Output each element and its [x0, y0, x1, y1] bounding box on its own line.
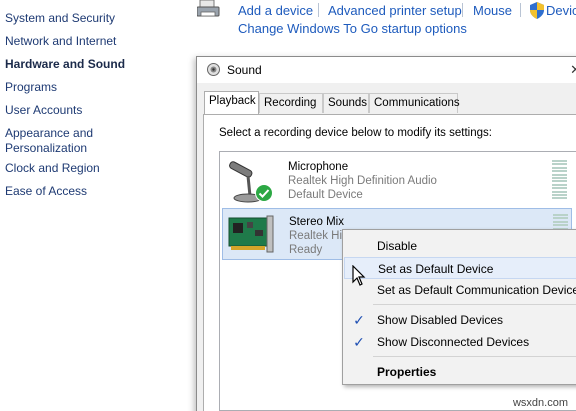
menu-item-label: Properties: [377, 365, 437, 379]
speaker-icon: [207, 63, 220, 76]
nav-item-network-internet[interactable]: Network and Internet: [5, 34, 116, 49]
device-manager-link[interactable]: Devic: [546, 3, 576, 19]
menu-item-label: Show Disconnected Devices: [377, 335, 530, 349]
tab-recording[interactable]: Recording: [259, 93, 323, 113]
sound-card-icon: [228, 215, 274, 253]
mouse-cursor-icon: [352, 265, 366, 286]
nav-item-user-accounts[interactable]: User Accounts: [5, 103, 82, 118]
menu-item-properties[interactable]: Properties: [344, 361, 576, 383]
menu-item-set-default-communication[interactable]: Set as Default Communication Device: [344, 279, 576, 301]
menu-item-set-default-device[interactable]: Set as Default Device: [344, 257, 576, 279]
menu-separator: [373, 304, 576, 305]
device-name: Stereo Mix: [289, 216, 344, 228]
menu-item-label: Disable: [377, 239, 418, 253]
menu-item-label: Show Disabled Devices: [377, 313, 504, 327]
check-icon: ✓: [353, 334, 365, 350]
uac-shield-icon: [530, 2, 544, 19]
menu-item-show-disconnected[interactable]: ✓ Show Disconnected Devices: [344, 331, 576, 353]
link-separator: [520, 3, 521, 17]
check-icon: ✓: [353, 312, 365, 328]
menu-item-disable[interactable]: Disable: [344, 235, 576, 257]
nav-item-programs[interactable]: Programs: [5, 80, 57, 95]
link-separator: [462, 3, 463, 17]
tab-sounds[interactable]: Sounds: [323, 93, 369, 113]
nav-item-hardware-sound[interactable]: Hardware and Sound: [5, 57, 125, 72]
close-icon[interactable]: ✕: [570, 62, 576, 78]
menu-separator: [373, 356, 576, 357]
device-context-menu: Disable Set as Default Device Set as Def…: [342, 229, 576, 385]
dialog-titlebar[interactable]: Sound ✕: [197, 57, 576, 83]
level-meter: [552, 160, 567, 201]
menu-item-label: Set as Default Device: [378, 262, 494, 276]
device-status: Ready: [289, 244, 323, 256]
tab-playback[interactable]: Playback: [204, 91, 259, 114]
device-name: Microphone: [288, 161, 349, 173]
windows-to-go-link[interactable]: Change Windows To Go startup options: [238, 21, 467, 37]
menu-item-show-disabled[interactable]: ✓ Show Disabled Devices: [344, 309, 576, 331]
device-driver: Realtek High Definition Audio: [288, 175, 437, 187]
nav-item-system-security[interactable]: System and Security: [5, 11, 115, 26]
watermark: wsxdn.com: [512, 397, 568, 409]
tab-communications[interactable]: Communications: [369, 93, 460, 113]
printer-icon: [197, 0, 220, 17]
default-check-icon: [255, 184, 273, 202]
add-device-link[interactable]: Add a device: [238, 3, 313, 19]
nav-item-ease-of-access[interactable]: Ease of Access: [5, 184, 87, 199]
menu-item-label: Set as Default Communication Device: [377, 283, 576, 297]
nav-item-appearance-personalization[interactable]: Appearance and Personalization: [5, 126, 125, 156]
dialog-title: Sound: [227, 63, 262, 77]
mouse-link[interactable]: Mouse: [473, 3, 512, 19]
device-row-microphone[interactable]: Microphone Realtek High Definition Audio…: [222, 154, 572, 206]
nav-item-clock-region[interactable]: Clock and Region: [5, 161, 100, 176]
link-separator: [318, 3, 319, 17]
control-panel-nav: System and Security Network and Internet…: [0, 0, 196, 411]
instruction-text: Select a recording device below to modif…: [219, 127, 492, 139]
advanced-printer-link[interactable]: Advanced printer setup: [328, 3, 462, 19]
device-status: Default Device: [288, 189, 363, 201]
